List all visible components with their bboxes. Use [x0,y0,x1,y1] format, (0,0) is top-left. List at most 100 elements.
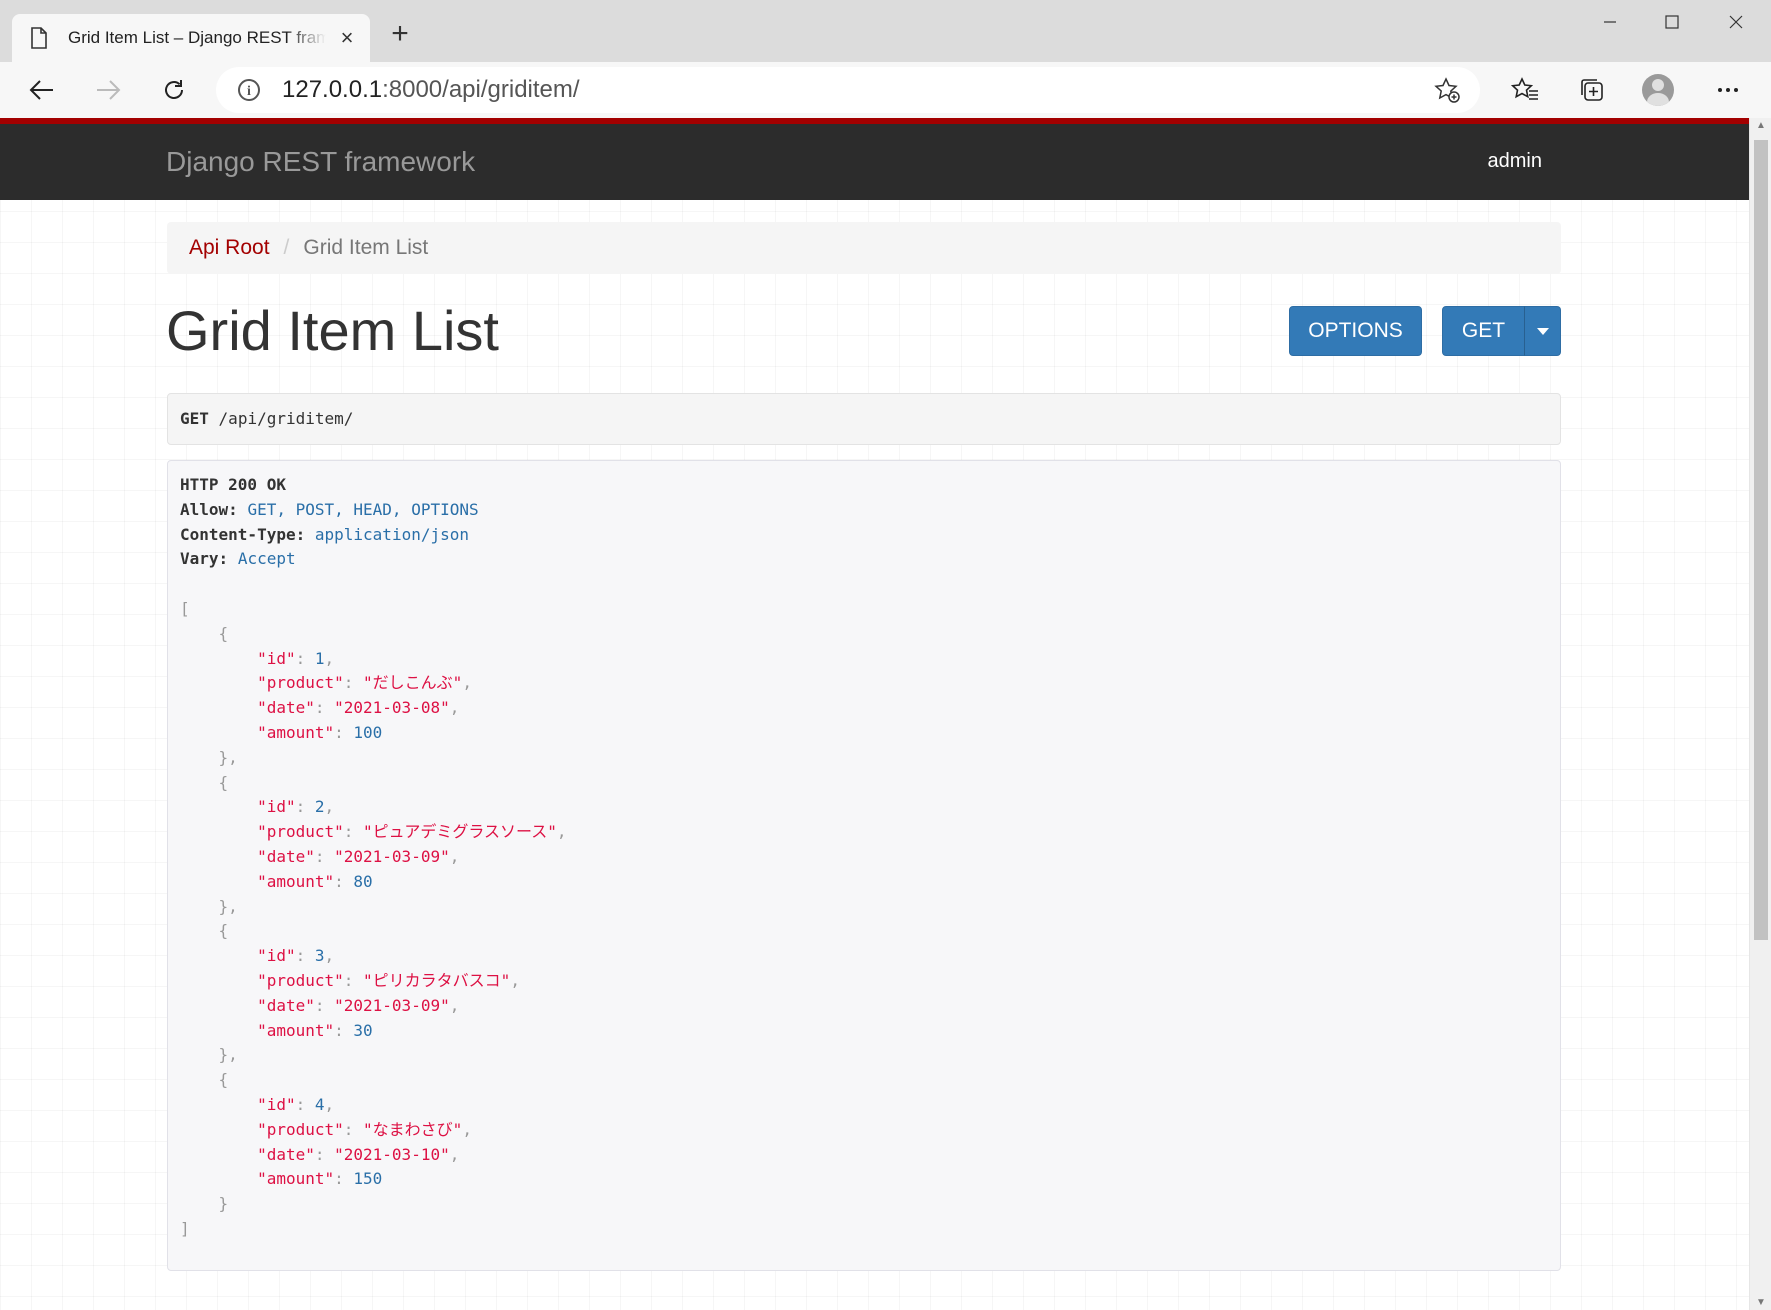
forward-button[interactable] [88,70,128,110]
json-value: "2021-03-08" [334,698,450,718]
json-punctuation: }, [218,747,238,767]
json-object-open: { [180,1068,1548,1093]
response-header-content-type: Content-Type: application/json [180,524,469,544]
address-bar[interactable]: i 127.0.0.1:8000/api/griditem/ [216,67,1480,113]
json-punctuation: : [295,797,315,817]
json-close-bracket: ] [180,1217,1548,1242]
collections-icon[interactable] [1576,74,1608,106]
json-key: "date" [257,1144,315,1164]
response-header-allow: Allow: GET, POST, HEAD, OPTIONS [180,499,479,519]
back-button[interactable] [22,70,62,110]
browser-tab[interactable]: Grid Item List – Django REST framework × [12,14,370,62]
json-key: "id" [257,648,296,668]
site-brand[interactable]: Django REST framework [166,146,475,178]
json-object-open: { [180,622,1548,647]
json-punctuation: : [314,1144,335,1164]
json-punctuation: : [334,722,354,742]
json-key: "date" [257,698,315,718]
scrollbar-thumb[interactable] [1754,140,1768,940]
more-menu-icon[interactable] [1712,74,1744,106]
vertical-scrollbar[interactable]: ▲ ▼ [1749,118,1771,1310]
json-field-product: "product": "だしこんぶ", [180,671,1548,696]
json-field-date: "date": "2021-03-08", [180,696,1548,721]
scroll-up-icon[interactable]: ▲ [1750,120,1771,131]
response-header-vary: Vary: Accept [180,549,296,569]
json-punctuation: : [343,970,364,990]
breadcrumb-api-root[interactable]: Api Root [189,236,270,260]
options-button[interactable]: OPTIONS [1289,306,1422,356]
refresh-button[interactable] [154,70,194,110]
json-punctuation: }, [218,1045,238,1065]
json-key: "amount" [257,1169,335,1189]
caret-down-icon [1536,327,1549,335]
scroll-down-icon[interactable]: ▼ [1750,1297,1771,1308]
json-punctuation: : [295,1094,315,1114]
get-button[interactable]: GET [1442,306,1525,356]
url-path: :8000/api/griditem/ [382,76,580,103]
json-punctuation: , [510,970,520,990]
json-key: "date" [257,846,315,866]
json-punctuation: , [324,946,335,966]
json-value: 4 [314,1094,325,1114]
minimize-icon[interactable] [1590,10,1630,38]
response-status: HTTP 200 OK [180,475,286,494]
add-favorite-icon[interactable] [1434,77,1460,108]
json-punctuation: , [324,1094,335,1114]
page-viewport: Django REST framework admin Api Root / G… [0,118,1749,1310]
get-format-dropdown[interactable] [1524,306,1561,356]
new-tab-button[interactable]: + [386,19,414,49]
json-value: 30 [353,1020,373,1040]
avatar [1642,74,1674,106]
json-object-close: }, [180,1043,1548,1068]
url-text: 127.0.0.1:8000/api/griditem/ [282,76,580,104]
response-body: [ { "id": 1, "product": "だしこんぶ", "date":… [180,597,1548,1242]
request-method: GET [180,409,209,428]
json-key: "product" [257,673,344,693]
json-punctuation: , [449,698,460,718]
json-punctuation: , [462,673,472,693]
browser-titlebar: Grid Item List – Django REST framework ×… [0,0,1771,62]
json-punctuation: : [295,946,315,966]
json-punctuation: : [343,822,364,842]
request-info: GET /api/griditem/ [167,393,1561,445]
user-menu[interactable]: admin [1488,150,1542,173]
document-icon [30,27,48,49]
json-object-open: { [180,919,1548,944]
json-field-id: "id": 1, [180,647,1548,672]
json-value: "だしこんぶ" [363,673,463,693]
json-punctuation: : [314,698,335,718]
tab-close-icon[interactable]: × [336,27,358,49]
json-field-id: "id": 2, [180,795,1548,820]
json-field-product: "product": "なまわさび", [180,1118,1548,1143]
breadcrumb: Api Root / Grid Item List [167,222,1561,274]
profile-icon[interactable] [1642,74,1674,106]
json-punctuation: [ [180,598,190,618]
json-punctuation: , [324,648,335,668]
json-punctuation: { [218,921,229,941]
close-window-icon[interactable] [1716,10,1756,38]
request-path: /api/griditem/ [218,409,354,428]
json-field-date: "date": "2021-03-10", [180,1143,1548,1168]
json-punctuation: : [343,1119,364,1139]
json-key: "product" [257,822,344,842]
json-value: 100 [353,722,383,742]
json-value: "2021-03-09" [334,995,450,1015]
json-value: 2 [314,797,325,817]
site-navbar: Django REST framework admin [0,118,1749,200]
info-icon[interactable]: i [238,79,260,101]
json-value: "ピュアデミグラスソース" [363,822,557,842]
json-value: "2021-03-10" [334,1144,450,1164]
json-punctuation: , [449,995,460,1015]
json-value: 3 [314,946,325,966]
maximize-icon[interactable] [1652,10,1692,38]
json-punctuation: : [334,871,354,891]
favorites-icon[interactable] [1509,74,1541,106]
json-field-id: "id": 3, [180,944,1548,969]
json-value: 80 [353,871,373,891]
json-value: "2021-03-09" [334,846,450,866]
url-host: 127.0.0.1 [282,76,383,103]
json-key: "amount" [257,871,335,891]
json-value: 1 [314,648,325,668]
json-field-date: "date": "2021-03-09", [180,994,1548,1019]
json-value: "なまわさび" [363,1119,463,1139]
